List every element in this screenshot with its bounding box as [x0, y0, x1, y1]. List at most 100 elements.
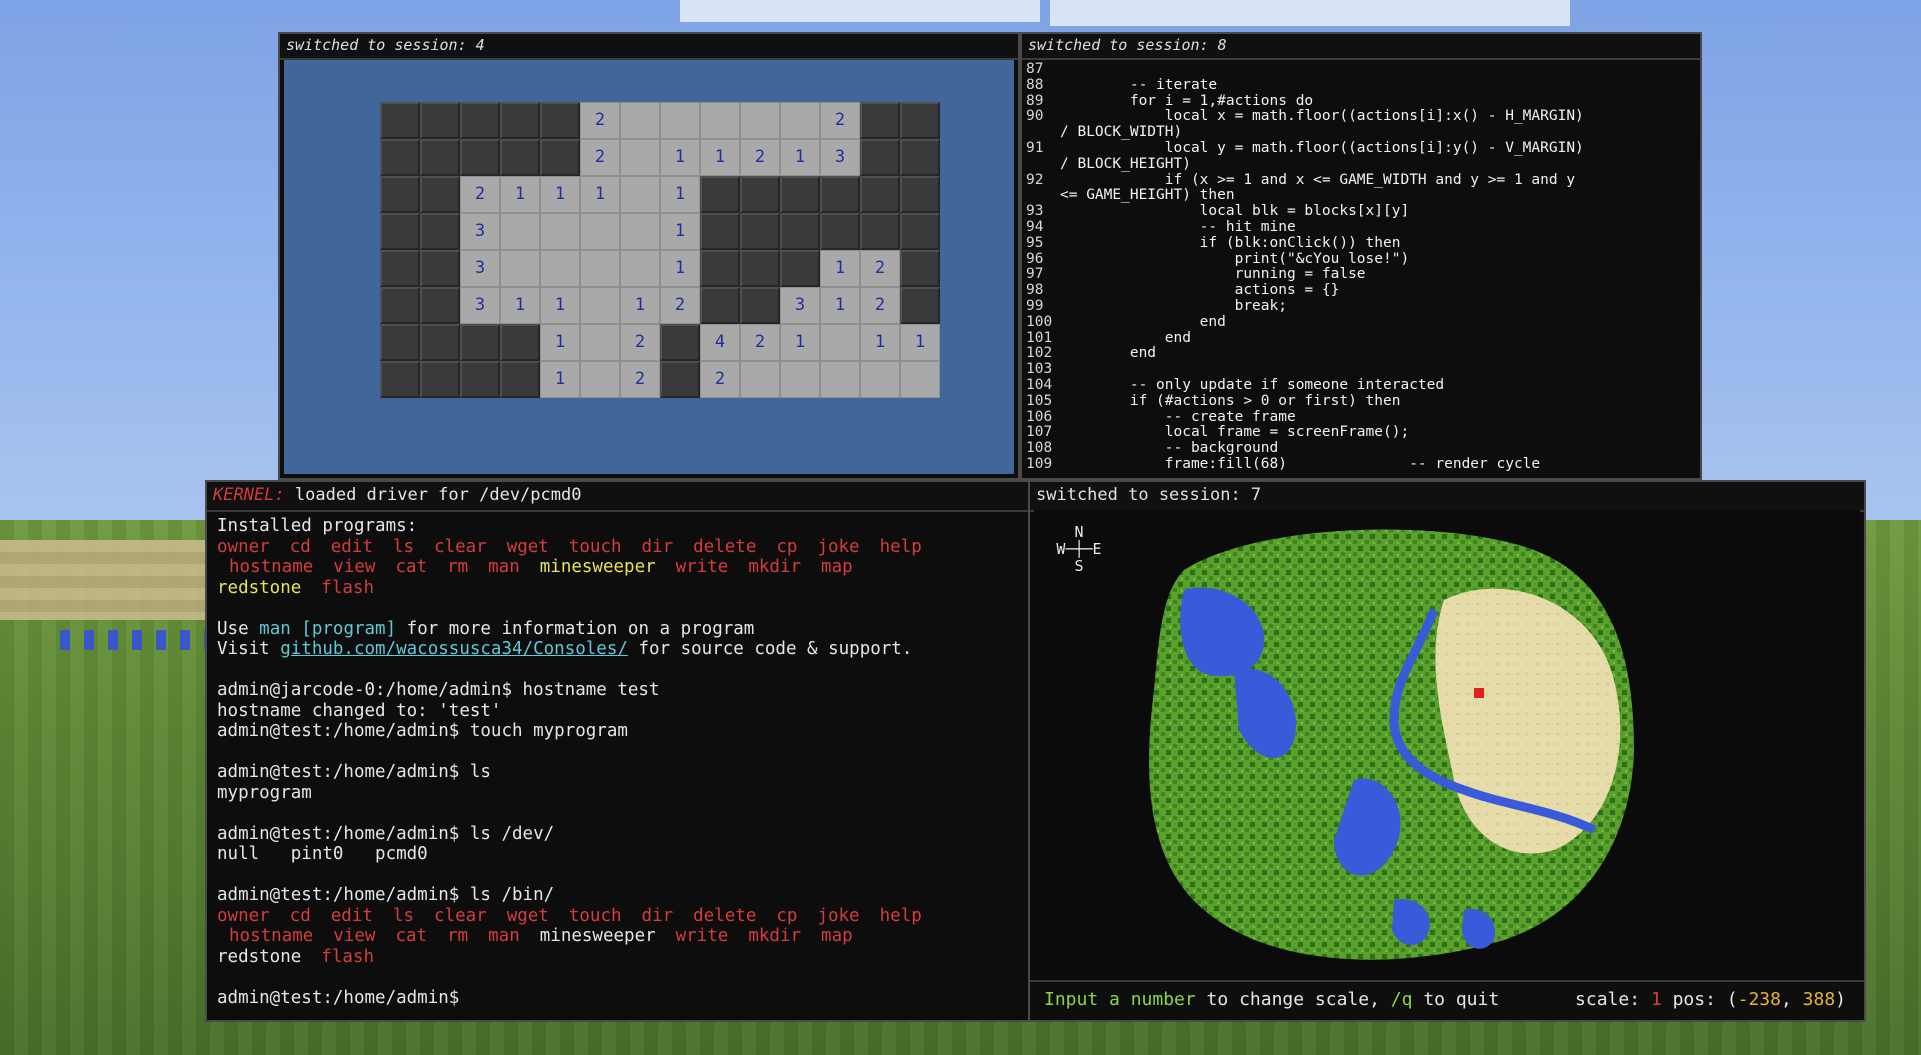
revealed-cell[interactable]: 2 [860, 287, 900, 324]
revealed-cell[interactable]: 1 [540, 324, 580, 361]
revealed-cell[interactable]: 1 [620, 287, 660, 324]
revealed-cell[interactable] [700, 102, 740, 139]
revealed-cell[interactable]: 1 [540, 361, 580, 398]
hidden-cell[interactable] [660, 324, 700, 361]
hidden-cell[interactable] [860, 102, 900, 139]
command-prompt[interactable]: admin@test:/home/admin$ [217, 988, 1024, 1009]
revealed-cell[interactable] [620, 213, 660, 250]
revealed-cell[interactable]: 2 [820, 102, 860, 139]
terrain-map[interactable] [1034, 510, 1864, 982]
hidden-cell[interactable] [500, 324, 540, 361]
revealed-cell[interactable]: 2 [580, 139, 620, 176]
revealed-cell[interactable] [860, 361, 900, 398]
hidden-cell[interactable] [420, 324, 460, 361]
map-session-pane[interactable]: switched to session: 7 N W─┼─E S Input a… [1028, 480, 1866, 1022]
hidden-cell[interactable] [420, 361, 460, 398]
revealed-cell[interactable] [660, 102, 700, 139]
hidden-cell[interactable] [700, 176, 740, 213]
revealed-cell[interactable]: 2 [860, 250, 900, 287]
revealed-cell[interactable]: 2 [460, 176, 500, 213]
hidden-cell[interactable] [860, 176, 900, 213]
hidden-cell[interactable] [700, 250, 740, 287]
hidden-cell[interactable] [900, 287, 940, 324]
hidden-cell[interactable] [820, 213, 860, 250]
hidden-cell[interactable] [420, 250, 460, 287]
hidden-cell[interactable] [540, 139, 580, 176]
revealed-cell[interactable] [620, 139, 660, 176]
revealed-cell[interactable]: 2 [660, 287, 700, 324]
hidden-cell[interactable] [420, 139, 460, 176]
revealed-cell[interactable] [900, 361, 940, 398]
revealed-cell[interactable] [580, 250, 620, 287]
hidden-cell[interactable] [740, 287, 780, 324]
terminal-output[interactable]: Installed programs: owner cd edit ls clear wg… [217, 516, 1024, 1016]
hidden-cell[interactable] [820, 176, 860, 213]
hidden-cell[interactable] [900, 250, 940, 287]
hidden-cell[interactable] [380, 361, 420, 398]
revealed-cell[interactable]: 1 [860, 324, 900, 361]
revealed-cell[interactable]: 1 [500, 287, 540, 324]
revealed-cell[interactable]: 3 [460, 213, 500, 250]
revealed-cell[interactable]: 1 [500, 176, 540, 213]
hidden-cell[interactable] [380, 139, 420, 176]
revealed-cell[interactable]: 2 [580, 102, 620, 139]
revealed-cell[interactable]: 3 [460, 250, 500, 287]
hidden-cell[interactable] [660, 361, 700, 398]
revealed-cell[interactable]: 1 [700, 139, 740, 176]
revealed-cell[interactable] [580, 287, 620, 324]
revealed-cell[interactable] [820, 324, 860, 361]
hidden-cell[interactable] [380, 213, 420, 250]
revealed-cell[interactable]: 2 [740, 139, 780, 176]
revealed-cell[interactable]: 2 [740, 324, 780, 361]
hidden-cell[interactable] [380, 250, 420, 287]
hidden-cell[interactable] [460, 361, 500, 398]
revealed-cell[interactable] [500, 213, 540, 250]
hidden-cell[interactable] [740, 176, 780, 213]
hidden-cell[interactable] [900, 102, 940, 139]
world-map-view[interactable]: N W─┼─E S [1034, 510, 1860, 980]
revealed-cell[interactable] [780, 361, 820, 398]
revealed-cell[interactable] [740, 361, 780, 398]
revealed-cell[interactable]: 2 [700, 361, 740, 398]
minesweeper-board-area[interactable]: 2221121321111313112311123121242111122 [284, 60, 1014, 474]
hidden-cell[interactable] [740, 250, 780, 287]
hidden-cell[interactable] [420, 213, 460, 250]
revealed-cell[interactable]: 1 [900, 324, 940, 361]
revealed-cell[interactable] [740, 102, 780, 139]
hidden-cell[interactable] [500, 139, 540, 176]
revealed-cell[interactable]: 2 [620, 361, 660, 398]
minesweeper-grid[interactable]: 2221121321111313112311123121242111122 [380, 102, 940, 398]
hidden-cell[interactable] [540, 102, 580, 139]
revealed-cell[interactable]: 1 [780, 139, 820, 176]
hidden-cell[interactable] [420, 287, 460, 324]
revealed-cell[interactable] [820, 361, 860, 398]
revealed-cell[interactable] [780, 102, 820, 139]
revealed-cell[interactable]: 1 [660, 139, 700, 176]
hidden-cell[interactable] [700, 213, 740, 250]
hidden-cell[interactable] [500, 102, 540, 139]
revealed-cell[interactable]: 1 [660, 213, 700, 250]
revealed-cell[interactable] [580, 213, 620, 250]
hidden-cell[interactable] [700, 287, 740, 324]
revealed-cell[interactable] [580, 361, 620, 398]
revealed-cell[interactable] [580, 324, 620, 361]
revealed-cell[interactable]: 1 [820, 287, 860, 324]
hidden-cell[interactable] [900, 139, 940, 176]
revealed-cell[interactable]: 4 [700, 324, 740, 361]
hidden-cell[interactable] [900, 213, 940, 250]
hidden-cell[interactable] [780, 213, 820, 250]
revealed-cell[interactable] [620, 250, 660, 287]
revealed-cell[interactable]: 2 [620, 324, 660, 361]
hidden-cell[interactable] [900, 176, 940, 213]
hidden-cell[interactable] [380, 176, 420, 213]
code-view[interactable]: 87 88 -- iterate 89 for i = 1,#actions do 9… [1026, 61, 1696, 476]
revealed-cell[interactable] [500, 250, 540, 287]
hidden-cell[interactable] [780, 176, 820, 213]
hidden-cell[interactable] [380, 287, 420, 324]
hidden-cell[interactable] [500, 361, 540, 398]
revealed-cell[interactable]: 3 [780, 287, 820, 324]
revealed-cell[interactable] [620, 176, 660, 213]
revealed-cell[interactable]: 1 [540, 287, 580, 324]
github-link[interactable]: github.com/wacossusca34/Consoles/ [280, 639, 628, 659]
hidden-cell[interactable] [380, 102, 420, 139]
